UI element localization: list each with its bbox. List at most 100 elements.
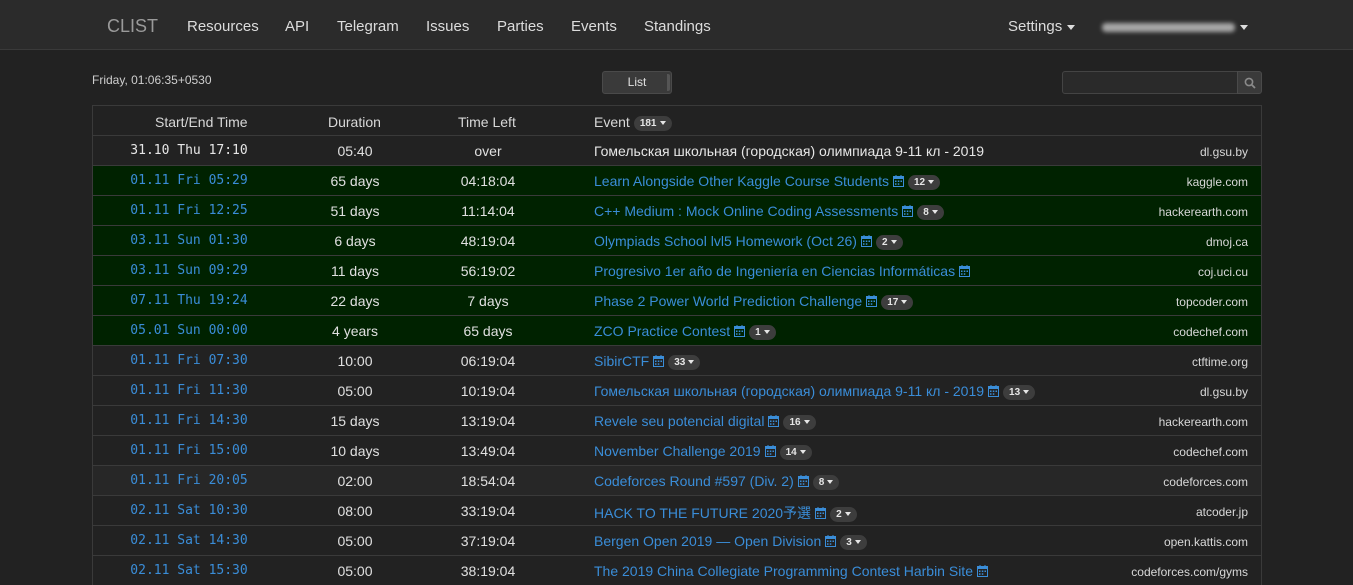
calendar-icon[interactable] xyxy=(797,474,809,490)
start-time[interactable]: 01.11 Fri 07:30 xyxy=(93,353,285,368)
brand-logo[interactable]: CLIST xyxy=(107,16,158,37)
participants-badge[interactable]: 1 xyxy=(749,325,776,340)
start-time[interactable]: 03.11 Sun 01:30 xyxy=(93,233,285,248)
event-title-link[interactable]: November Challenge 2019 xyxy=(594,443,761,459)
calendar-icon[interactable] xyxy=(815,506,827,522)
event-title-link[interactable]: Progresivo 1er año de Ingeniería en Cien… xyxy=(594,263,955,279)
calendar-icon[interactable] xyxy=(825,534,837,550)
participants-badge[interactable]: 2 xyxy=(875,235,903,250)
chevron-down-icon xyxy=(799,450,806,454)
calendar-icon[interactable] xyxy=(768,414,780,430)
event-title-link[interactable]: Phase 2 Power World Prediction Challenge xyxy=(594,293,862,309)
participants-badge[interactable]: 16 xyxy=(783,415,816,430)
nav-api[interactable]: API xyxy=(285,18,309,35)
start-time[interactable]: 02.11 Sat 14:30 xyxy=(93,533,285,548)
user-menu-dropdown[interactable] xyxy=(1102,18,1248,35)
calendar-icon[interactable] xyxy=(653,354,665,370)
start-time[interactable]: 01.11 Fri 15:00 xyxy=(93,443,285,458)
nav-events[interactable]: Events xyxy=(571,18,617,35)
event-title-link[interactable]: C++ Medium : Mock Online Coding Assessme… xyxy=(594,203,898,219)
calendar-icon[interactable] xyxy=(734,324,746,340)
start-time[interactable]: 03.11 Sun 09:29 xyxy=(93,263,285,278)
start-time[interactable]: 01.11 Fri 11:30 xyxy=(93,383,285,398)
event-title-link[interactable]: Learn Alongside Other Kaggle Course Stud… xyxy=(594,173,889,189)
time-left: 13:19:04 xyxy=(460,413,516,429)
event-cell: Revele seu potencial digital 16 xyxy=(594,413,816,430)
start-time[interactable]: 01.11 Fri 05:29 xyxy=(93,173,285,188)
event-title-link[interactable]: The 2019 China Collegiate Programming Co… xyxy=(594,563,973,579)
duration: 02:00 xyxy=(337,473,373,489)
resource-host-link[interactable]: dmoj.ca xyxy=(1206,235,1248,249)
settings-dropdown[interactable]: Settings xyxy=(1008,18,1076,35)
table-row: 01.11 Fri 12:25 51 days 11:14:04 C++ Medium… xyxy=(93,196,1261,226)
participants-badge[interactable]: 17 xyxy=(881,295,914,310)
start-time[interactable]: 02.11 Sat 15:30 xyxy=(93,563,285,578)
resource-host-link[interactable]: hackerearth.com xyxy=(1159,415,1248,429)
calendar-icon[interactable] xyxy=(976,564,988,580)
event-cell: SibirCTF 33 xyxy=(594,353,701,370)
resource-host-link[interactable]: coj.uci.cu xyxy=(1198,265,1248,279)
calendar-icon[interactable] xyxy=(959,264,971,280)
participants-badge[interactable]: 14 xyxy=(779,445,812,460)
resource-host-link[interactable]: dl.gsu.by xyxy=(1200,145,1248,159)
resource-host-link[interactable]: dl.gsu.by xyxy=(1200,385,1248,399)
event-title-link[interactable]: ZCO Practice Contest xyxy=(594,323,730,339)
event-title-link[interactable]: Revele seu potencial digital xyxy=(594,413,764,429)
participants-badge[interactable]: 8 xyxy=(917,205,944,220)
badge-count: 8 xyxy=(818,477,825,488)
time-left: 65 days xyxy=(463,323,513,339)
participants-badge[interactable]: 2 xyxy=(830,507,857,522)
event-title-link[interactable]: Гомельская школьная (городская) олимпиад… xyxy=(594,383,984,399)
resource-host-link[interactable]: atcoder.jp xyxy=(1196,505,1248,519)
calendar-icon[interactable] xyxy=(988,384,1000,400)
nav-standings[interactable]: Standings xyxy=(644,18,711,35)
event-title-link[interactable]: Olympiads School lvl5 Homework (Oct 26) xyxy=(594,233,857,249)
start-time[interactable]: 07.11 Thu 19:24 xyxy=(93,293,285,308)
nav-parties[interactable]: Parties xyxy=(497,18,544,35)
event-title-link[interactable]: Гомельская школьная (городская) олимпиад… xyxy=(594,143,984,159)
participants-badge[interactable]: 13 xyxy=(1003,385,1036,400)
table-row: 02.11 Sat 15:30 05:00 38:19:04 The 2019 Chi… xyxy=(93,556,1261,585)
calendar-icon[interactable] xyxy=(866,294,878,310)
nav-resources[interactable]: Resources xyxy=(187,18,259,35)
event-title-link[interactable]: Codeforces Round #597 (Div. 2) xyxy=(594,473,794,489)
event-count-badge[interactable]: 181 xyxy=(633,116,672,131)
participants-badge[interactable]: 12 xyxy=(907,175,941,190)
chevron-down-icon xyxy=(928,180,935,184)
nav-telegram[interactable]: Telegram xyxy=(337,18,399,35)
start-time[interactable]: 01.11 Fri 20:05 xyxy=(93,473,285,488)
resource-host-link[interactable]: codechef.com xyxy=(1173,325,1248,339)
event-title-link[interactable]: HACK TO THE FUTURE 2020予選 xyxy=(594,505,811,521)
search-input[interactable] xyxy=(1062,71,1238,94)
calendar-icon[interactable] xyxy=(764,444,776,460)
events-table: Start/End Time Duration Time Left Event 1… xyxy=(92,105,1262,585)
event-title-link[interactable]: Bergen Open 2019 — Open Division xyxy=(594,533,821,549)
header-event[interactable]: Event 181 xyxy=(594,114,672,131)
resource-host-link[interactable]: topcoder.com xyxy=(1176,295,1248,309)
start-time[interactable]: 01.11 Fri 14:30 xyxy=(93,413,285,428)
chevron-down-icon xyxy=(844,512,851,516)
participants-badge[interactable]: 33 xyxy=(668,355,701,370)
participants-badge[interactable]: 8 xyxy=(812,475,840,490)
nav-issues[interactable]: Issues xyxy=(426,18,469,35)
calendar-icon[interactable] xyxy=(860,234,872,250)
list-view-toggle[interactable]: List xyxy=(602,71,672,94)
participants-badge[interactable]: 3 xyxy=(840,535,867,550)
search-button[interactable] xyxy=(1237,71,1262,94)
resource-host-link[interactable]: ctftime.org xyxy=(1192,355,1248,369)
start-time[interactable]: 02.11 Sat 10:30 xyxy=(93,503,285,518)
resource-host-link[interactable]: kaggle.com xyxy=(1187,175,1248,189)
resource-host-link[interactable]: open.kattis.com xyxy=(1164,535,1248,549)
calendar-icon[interactable] xyxy=(892,174,904,190)
event-title-link[interactable]: SibirCTF xyxy=(594,353,649,369)
resource-host-link[interactable]: codeforces.com xyxy=(1163,475,1248,489)
chevron-down-icon xyxy=(854,540,861,544)
start-time[interactable]: 01.11 Fri 12:25 xyxy=(93,203,285,218)
start-time[interactable]: 05.01 Sun 00:00 xyxy=(93,323,285,338)
duration: 05:00 xyxy=(337,383,373,399)
calendar-icon[interactable] xyxy=(902,204,914,220)
resource-host-link[interactable]: codeforces.com/gyms xyxy=(1131,565,1248,579)
duration: 6 days xyxy=(334,233,376,249)
resource-host-link[interactable]: hackerearth.com xyxy=(1159,205,1248,219)
resource-host-link[interactable]: codechef.com xyxy=(1173,445,1248,459)
